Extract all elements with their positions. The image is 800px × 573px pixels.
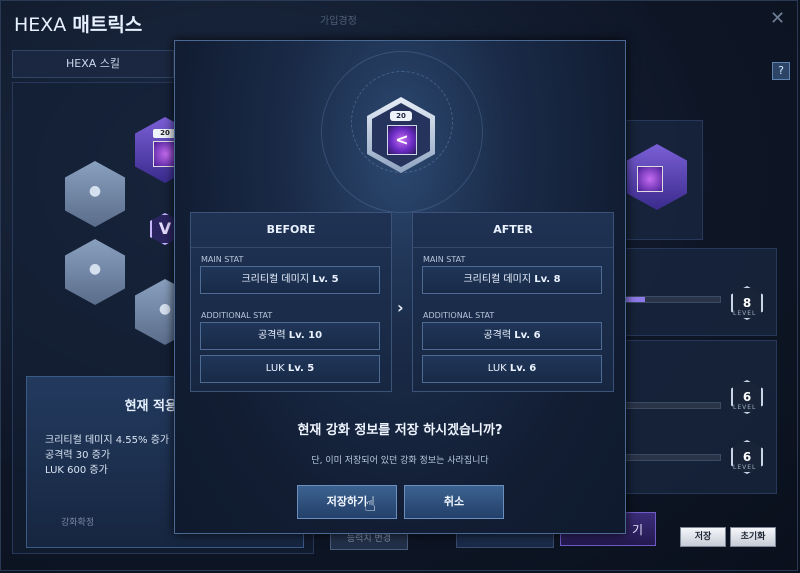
window-title: HEXA 매트릭스 — [14, 10, 142, 37]
bg-tab-label: 가입경정 — [320, 16, 357, 27]
skill-icon — [637, 166, 663, 192]
stat-name: LUK — [265, 363, 285, 374]
stat-level: Lv. 6 — [509, 363, 537, 374]
before-title: BEFORE — [191, 213, 391, 248]
after-title: AFTER — [413, 213, 613, 248]
lock-icon: ● — [88, 183, 102, 199]
level-label: LEVEL — [733, 404, 757, 411]
locked-hex-slot[interactable]: ● — [65, 239, 125, 305]
close-icon[interactable]: ✕ — [770, 8, 785, 29]
stat-name: 공격력 — [257, 330, 286, 341]
stat-level: Lv. 8 — [534, 274, 561, 285]
additional-stat-progress — [625, 402, 721, 409]
current-stat-line: 공격력 30 증가 — [45, 450, 111, 461]
locked-hex-slot[interactable]: ● — [65, 161, 125, 227]
stat-name: 크리티컬 데미지 — [463, 274, 532, 285]
level-label: LEVEL — [733, 464, 757, 471]
additional-stat-progress — [625, 454, 721, 461]
after-additional-stat-1: 공격력 Lv. 6 — [422, 322, 602, 350]
before-main-stat: 크리티컬 데미지 Lv. 5 — [200, 266, 380, 294]
reset-button[interactable]: 초기화 — [730, 527, 776, 547]
current-stat-line: 크리티컬 데미지 4.55% 증가 — [45, 435, 170, 446]
stat-name: 공격력 — [483, 330, 512, 341]
before-additional-stat-2: LUK Lv. 5 — [200, 355, 380, 383]
after-main-stat: 크리티컬 데미지 Lv. 8 — [422, 266, 602, 294]
right-panel: 8 LEVEL 6 LEVEL 6 LEVEL — [625, 82, 777, 552]
before-additional-stat-1: 공격력 Lv. 10 — [200, 322, 380, 350]
tab-hexa-skill[interactable]: HEXA 스킬 — [12, 50, 174, 78]
confirm-note: 단, 이미 저장되어 있던 강화 정보는 사라집니다 — [311, 456, 489, 466]
confirm-question: 현재 강화 정보를 저장 하시겠습니까? — [297, 423, 503, 438]
additional-stat-label: ADDITIONAL STAT — [201, 311, 273, 320]
confirm-label: 강화확정 — [61, 518, 95, 528]
title-prefix: HEXA — [14, 14, 67, 36]
main-stat-label: MAIN STAT — [201, 255, 244, 264]
save-button[interactable]: 저장 — [680, 527, 726, 547]
stat-level: Lv. 10 — [288, 330, 323, 341]
hand-cursor-icon: ☝ — [364, 492, 377, 516]
save-confirm-dialog: 20 < BEFORE MAIN STAT 크리티컬 데미지 Lv. 5 ADD… — [174, 40, 626, 534]
stat-level: Lv. 6 — [514, 330, 541, 341]
additional-stat-label: ADDITIONAL STAT — [423, 311, 495, 320]
lock-icon: ● — [88, 261, 102, 277]
stat-level: Lv. 5 — [312, 274, 339, 285]
skill-icon: < — [387, 125, 417, 155]
after-additional-stat-2: LUK Lv. 6 — [422, 355, 602, 383]
main-stat-label: MAIN STAT — [423, 255, 466, 264]
lock-icon: ● — [158, 301, 172, 317]
before-column: BEFORE MAIN STAT 크리티컬 데미지 Lv. 5 ADDITION… — [190, 212, 392, 392]
level-label: LEVEL — [733, 310, 757, 317]
main-stat-progress — [625, 296, 721, 303]
title-main: 매트릭스 — [72, 14, 143, 36]
after-column: AFTER MAIN STAT 크리티컬 데미지 Lv. 8 ADDITIONA… — [412, 212, 614, 392]
skill-hex-inner: 20 < — [372, 103, 430, 167]
skill-level-badge: 20 — [390, 111, 412, 121]
stat-name: LUK — [487, 363, 507, 374]
stat-name: 크리티컬 데미지 — [241, 274, 310, 285]
current-stat-line: LUK 600 증가 — [45, 465, 108, 476]
arrow-right-icon: › — [397, 298, 404, 317]
stat-level: Lv. 5 — [287, 363, 315, 374]
cancel-button[interactable]: 취소 — [404, 485, 504, 519]
help-icon[interactable]: ? — [772, 62, 790, 80]
